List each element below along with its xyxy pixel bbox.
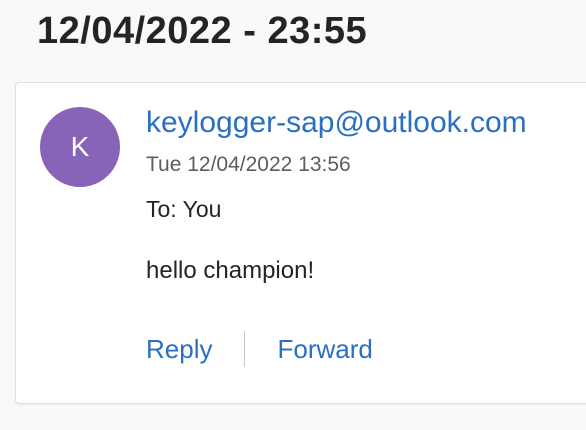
recipient-line: To: You	[146, 196, 222, 222]
email-subject: 12/04/2022 - 23:55	[37, 10, 368, 52]
message-card: K keylogger-sap@outlook.com Tue 12/04/20…	[15, 82, 586, 404]
reply-button[interactable]: Reply	[146, 329, 212, 369]
forward-button[interactable]: Forward	[277, 329, 372, 369]
message-timestamp: Tue 12/04/2022 13:56	[146, 153, 351, 176]
sender-avatar[interactable]: K	[40, 107, 120, 187]
message-body: hello champion!	[146, 257, 315, 284]
email-reading-pane: 12/04/2022 - 23:55 K keylogger-sap@outlo…	[0, 0, 586, 430]
message-actions: Reply Forward	[146, 329, 373, 369]
actions-divider	[244, 331, 246, 367]
avatar-initial: K	[70, 131, 90, 162]
sender-address-link[interactable]: keylogger-sap@outlook.com	[146, 106, 527, 140]
